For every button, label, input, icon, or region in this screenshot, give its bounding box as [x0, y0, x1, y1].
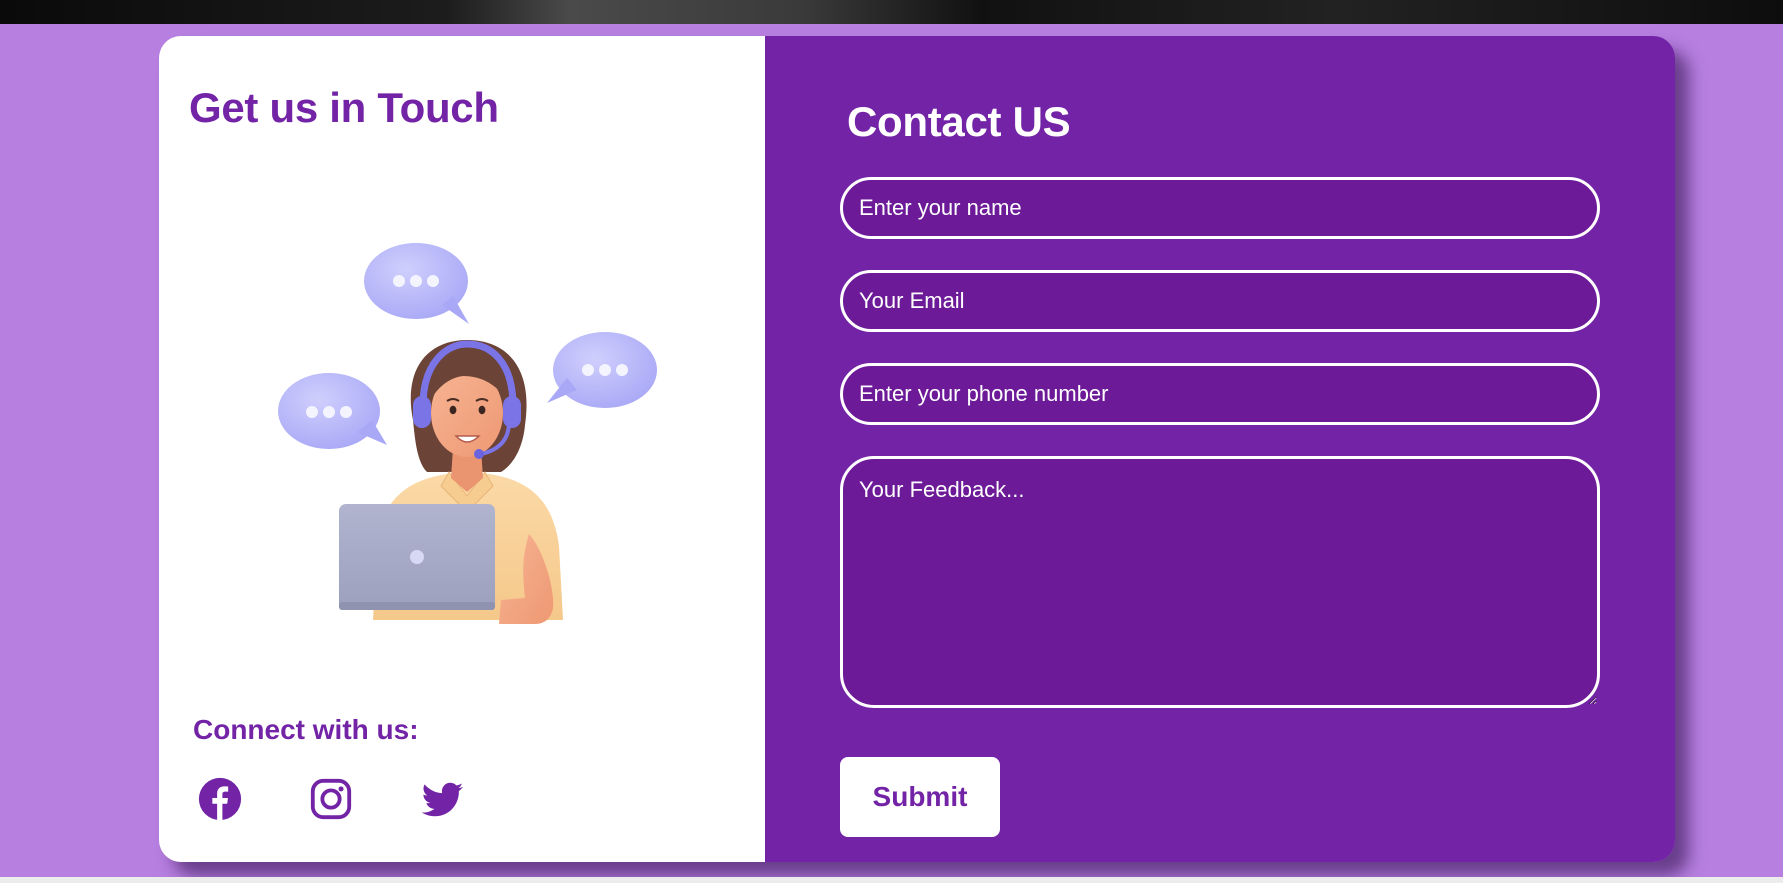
name-input[interactable] [840, 177, 1600, 239]
email-input[interactable] [840, 270, 1600, 332]
speech-bubble-right [547, 332, 657, 408]
form-title: Contact US [847, 98, 1071, 145]
feedback-textarea[interactable] [840, 456, 1600, 708]
phone-input[interactable] [840, 363, 1600, 425]
support-agent-illustration [278, 243, 657, 624]
facebook-icon[interactable] [197, 776, 243, 822]
speech-bubble-left [278, 373, 387, 449]
browser-top-bar [0, 0, 1783, 24]
instagram-icon[interactable] [308, 776, 354, 822]
speech-bubble-top [364, 243, 469, 324]
submit-button[interactable]: Submit [840, 757, 1000, 837]
info-title: Get us in Touch [189, 84, 499, 131]
social-links [197, 776, 530, 822]
twitter-icon[interactable] [419, 776, 465, 822]
contact-card: Get us in Touch Connect with us: Contact… [159, 36, 1675, 862]
contact-form-panel: Contact US Submit [765, 36, 1675, 862]
info-panel: Get us in Touch Connect with us: [159, 36, 765, 862]
connect-label: Connect with us: [193, 714, 419, 745]
page-bottom-strip [0, 877, 1783, 883]
